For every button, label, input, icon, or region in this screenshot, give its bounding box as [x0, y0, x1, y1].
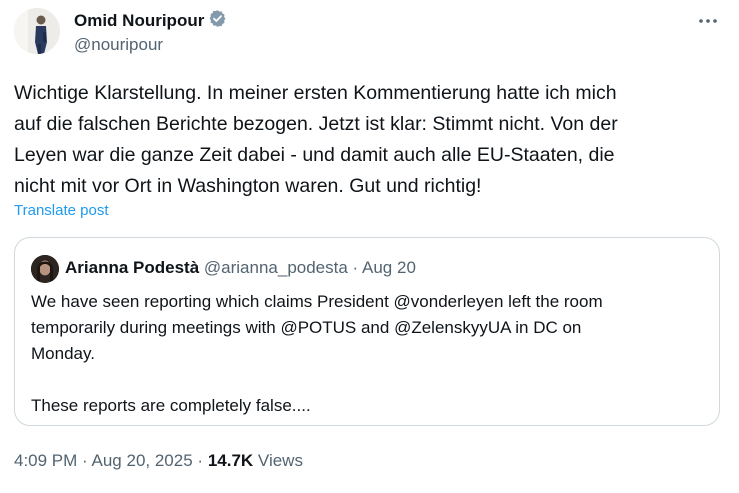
post-date[interactable]: Aug 20, 2025 [92, 451, 193, 470]
tweet-footer: 4:09 PM · Aug 20, 2025 · 14.7K Views [14, 451, 303, 471]
translate-post-link[interactable]: Translate post [14, 202, 109, 219]
quoted-avatar-image [31, 255, 59, 283]
footer-separator: · [82, 451, 88, 470]
more-options-button[interactable] [695, 10, 721, 32]
quoted-separator: · [352, 258, 359, 277]
author-handle[interactable]: @nouripour [74, 35, 163, 55]
tweet: Omid Nouripour @nouripour Wichtige Klars… [0, 0, 739, 493]
quoted-author-name[interactable]: Arianna Podestà [65, 258, 199, 277]
author-name[interactable]: Omid Nouripour [74, 9, 227, 33]
post-time[interactable]: 4:09 PM [14, 451, 77, 470]
footer-separator: · [197, 451, 204, 470]
author-avatar-image [14, 8, 60, 54]
views-label: Views [257, 451, 303, 470]
quoted-text: We have seen reporting which claims Pres… [31, 292, 603, 415]
quoted-tweet-card[interactable]: Arianna Podestà @arianna_podesta · Aug 2… [14, 237, 720, 426]
quoted-header: Arianna Podestà @arianna_podesta · Aug 2… [65, 258, 416, 278]
tweet-text: Wichtige Klarstellung. In meiner ersten … [14, 82, 618, 197]
quoted-author-handle[interactable]: @arianna_podesta [204, 258, 348, 277]
views-count[interactable]: 14.7K [208, 451, 253, 470]
more-dots-icon [699, 19, 717, 23]
quoted-date[interactable]: Aug 20 [362, 258, 416, 277]
verified-badge-icon [208, 9, 227, 33]
quoted-author-avatar [31, 255, 59, 283]
author-name-text: Omid Nouripour [74, 11, 205, 30]
author-avatar[interactable] [14, 8, 60, 54]
